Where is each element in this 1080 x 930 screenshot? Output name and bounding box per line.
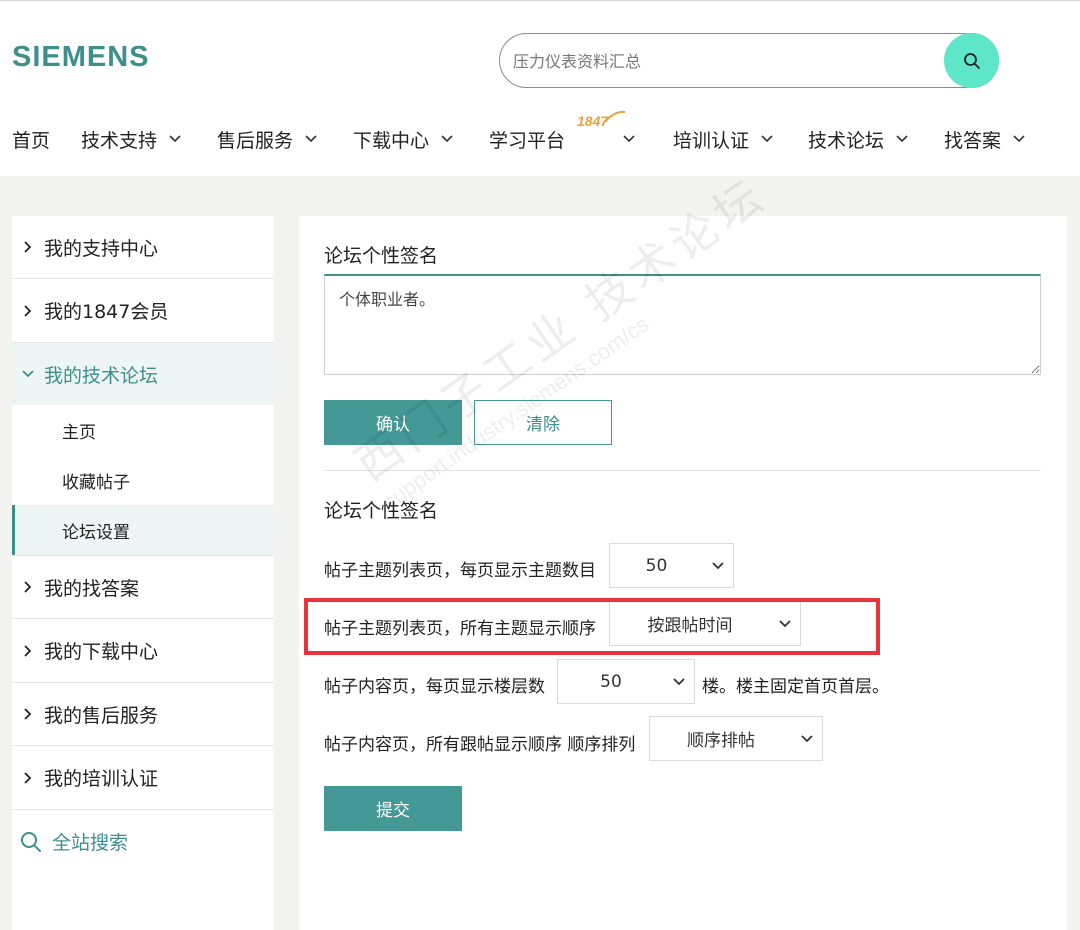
nav-after-sales[interactable]: 售后服务 (217, 117, 317, 161)
chevron-right-icon (12, 581, 44, 593)
sidebar-item-tech-forum[interactable]: 我的技术论坛 (12, 343, 274, 405)
reply-order-label: 帖子内容页，所有跟帖显示顺序 顺序排列 (324, 735, 636, 755)
nav-label: 培训认证 (673, 129, 750, 152)
sidebar-item-label: 我的找答案 (44, 577, 140, 600)
chevron-down-icon (12, 370, 44, 378)
select-value: 50 (600, 671, 622, 692)
forum-settings-panel: 论坛个性签名 个体职业者。 确认 清除 论坛个性签名 帖子主题列表页，每页显示主… (299, 216, 1067, 930)
sidebar-subitem-label: 主页 (62, 422, 96, 443)
siemens-logo[interactable]: SIEMENS (12, 41, 150, 74)
settings-title: 论坛个性签名 (324, 500, 439, 522)
nav-forum[interactable]: 技术论坛 (808, 117, 908, 161)
nav-tech-support[interactable]: 技术支持 (81, 117, 181, 161)
search-icon (963, 52, 980, 69)
nav-downloads[interactable]: 下载中心 (353, 117, 453, 161)
site-search-label: 全站搜索 (52, 832, 129, 854)
sidebar-item-label: 我的售后服务 (44, 704, 159, 727)
search-icon (21, 831, 41, 852)
chevron-right-icon (12, 771, 44, 784)
nav-find-answers[interactable]: 找答案 (944, 117, 1025, 161)
sidebar-item-label: 我的1847会员 (44, 301, 169, 323)
search-box (499, 33, 999, 88)
nav-label: 下载中心 (353, 129, 430, 152)
floors-per-page-select[interactable]: 50 (557, 659, 695, 704)
nav-home[interactable]: 首页 (12, 117, 50, 161)
topics-per-page-select[interactable]: 50 (609, 543, 734, 588)
badge-swoosh-icon (604, 110, 626, 123)
nav-label: 学习平台 (489, 129, 566, 152)
nav-training[interactable]: 培训认证 (673, 117, 773, 161)
chevron-right-icon (12, 708, 44, 720)
sidebar-item-find-answers[interactable]: 我的找答案 (12, 555, 274, 619)
nav-label: 技术论坛 (808, 129, 885, 152)
topics-per-page-label: 帖子主题列表页，每页显示主题数目 (324, 561, 596, 581)
sidebar-item-label: 我的培训认证 (44, 768, 159, 790)
chevron-down-icon (623, 135, 635, 143)
nav-label: 首页 (12, 129, 51, 152)
sidebar-item-download-center[interactable]: 我的下载中心 (12, 619, 274, 683)
chevron-right-icon (12, 241, 44, 253)
signature-title: 论坛个性签名 (324, 245, 439, 267)
chevron-down-icon (441, 135, 453, 143)
chevron-down-icon (664, 677, 694, 686)
site-header: SIEMENS 首页 技术支持 售后服务 下载中心 学习平台 (0, 0, 1080, 176)
chevron-right-icon (12, 644, 44, 657)
search-button[interactable] (944, 33, 999, 88)
chevron-right-icon (12, 304, 44, 317)
select-value: 50 (645, 555, 668, 576)
confirm-button[interactable]: 确认 (324, 400, 462, 445)
reply-order-select[interactable]: 顺序排帖 (649, 716, 823, 761)
sidebar-subitem-label: 论坛设置 (62, 522, 130, 543)
chevron-down-icon (703, 561, 733, 570)
sidebar-item-label: 我的支持中心 (44, 237, 159, 260)
site-search-link[interactable]: 全站搜索 (20, 828, 128, 855)
chevron-down-icon (305, 135, 317, 143)
signature-textarea[interactable]: 个体职业者。 (324, 274, 1041, 375)
sidebar-item-label: 我的下载中心 (44, 641, 159, 663)
sidebar-item-label: 我的技术论坛 (44, 364, 159, 387)
nav-label: 找答案 (944, 129, 1002, 152)
chevron-down-icon (1013, 135, 1025, 143)
floors-per-page-label: 帖子内容页，每页显示楼层数 (324, 677, 545, 697)
user-sidebar: 我的支持中心 我的1847会员 我的技术论坛 主页 收藏帖子 论坛设置 我的找答… (12, 216, 274, 930)
nav-label: 售后服务 (217, 129, 294, 152)
nav-learning[interactable]: 学习平台 (489, 117, 635, 161)
floors-per-page-suffix: 楼。楼主固定首页首层。 (702, 677, 889, 697)
chevron-down-icon (169, 135, 181, 143)
sidebar-item-training[interactable]: 我的培训认证 (12, 746, 274, 810)
sidebar-item-support-center[interactable]: 我的支持中心 (12, 216, 274, 279)
sidebar-subitem-label: 收藏帖子 (62, 472, 130, 493)
chevron-down-icon (761, 135, 773, 143)
submit-button[interactable]: 提交 (324, 786, 462, 831)
search-input[interactable] (513, 46, 933, 76)
main-nav: 首页 技术支持 售后服务 下载中心 学习平台 培训认证 技术论坛 找答案 (0, 117, 1080, 161)
chevron-down-icon (792, 734, 822, 743)
sidebar-item-1847-member[interactable]: 我的1847会员 (12, 279, 274, 343)
sidebar-subitem-forum-settings[interactable]: 论坛设置 (12, 505, 274, 555)
select-value: 顺序排帖 (687, 731, 755, 751)
nav-label: 技术支持 (81, 129, 158, 152)
sidebar-subitem-favorites[interactable]: 收藏帖子 (12, 455, 274, 505)
highlight-annotation (304, 598, 880, 655)
sidebar-subitem-home[interactable]: 主页 (12, 405, 274, 455)
chevron-down-icon (896, 135, 908, 143)
sidebar-item-after-sales[interactable]: 我的售后服务 (12, 683, 274, 746)
section-divider (324, 470, 1041, 471)
clear-button[interactable]: 清除 (474, 400, 612, 445)
